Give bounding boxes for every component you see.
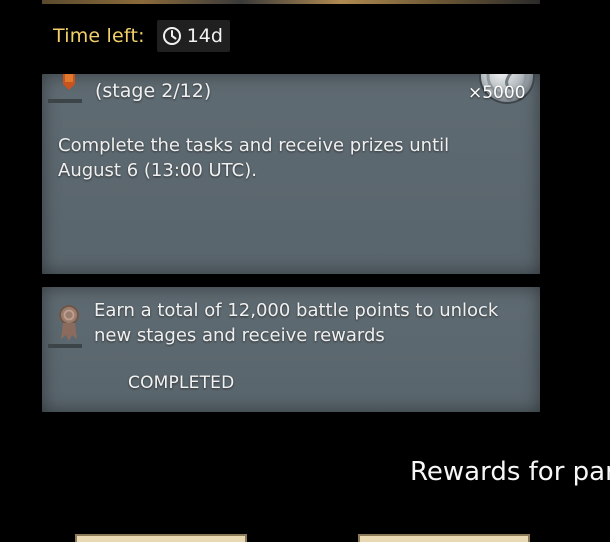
stage-text: (stage 2/12) [95,80,212,102]
task-status: COMPLETED [128,373,235,393]
timer-value: 14d [186,25,223,47]
clock-icon [162,26,182,46]
reward-tile[interactable] [75,534,247,542]
timer-badge: 14d [156,20,230,52]
event-description: Complete the tasks and receive prizes un… [58,135,450,181]
task-description: Earn a total of 12,000 battle points to … [94,300,499,346]
task-card[interactable]: Earn a total of 12,000 battle points to … [42,287,540,412]
event-stage-card[interactable]: (stage 2/12) ×5000 Complete the tasks an… [42,74,540,274]
badge-underline [48,99,82,103]
reward-tile[interactable] [358,534,530,542]
badge-underline [48,344,82,348]
timer-label: Time left: [53,25,145,47]
rewards-heading: Rewards for par [410,457,610,487]
event-timer: Time left: 14d [53,20,230,52]
top-banner-strip [42,0,540,4]
reward-quantity: ×5000 [468,83,526,103]
